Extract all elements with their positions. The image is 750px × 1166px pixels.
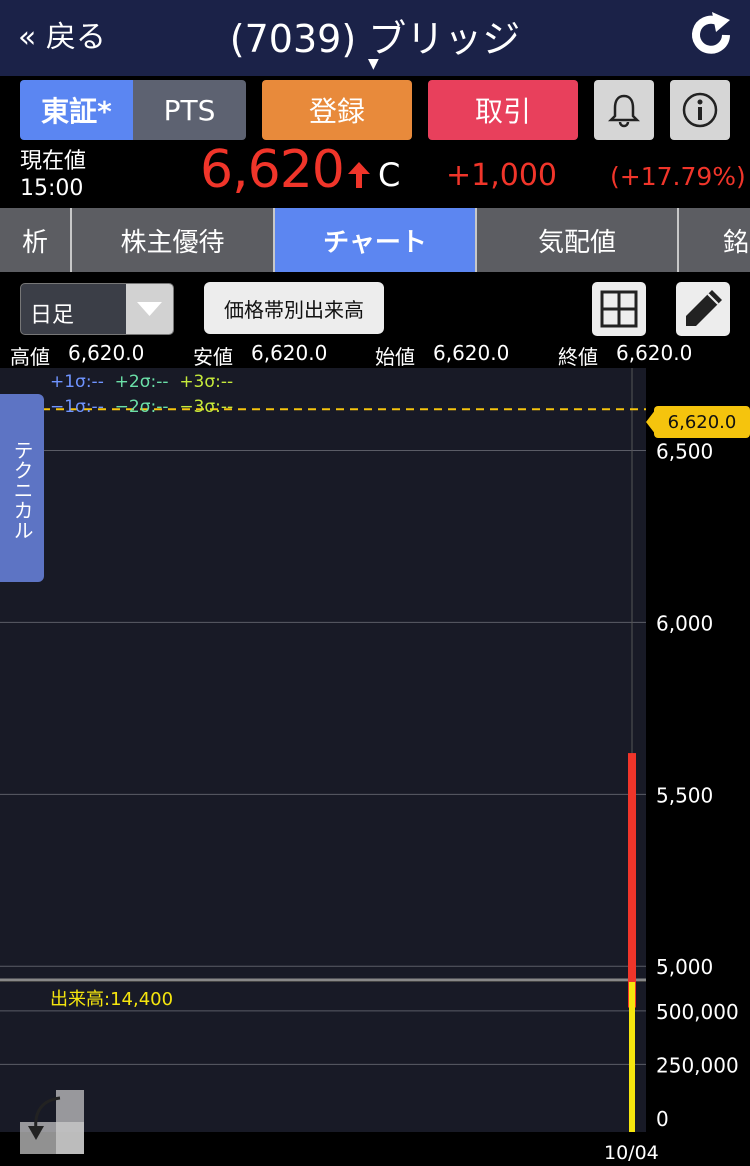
sigma-minus2: −2σ:-- bbox=[114, 397, 169, 417]
sigma-plus3: +3σ:-- bbox=[179, 372, 234, 392]
x-axis-date-label: 10/04 bbox=[604, 1142, 659, 1164]
price-tick-label: 5,000 bbox=[656, 955, 713, 979]
sigma-plus2: +2σ:-- bbox=[114, 372, 169, 392]
volume-bars bbox=[629, 982, 635, 1132]
technical-label: テクニカル bbox=[10, 440, 34, 540]
sigma-plus-legend: +1σ:-- +2σ:-- +3σ:-- bbox=[50, 372, 233, 392]
price-tick-label: 6,500 bbox=[656, 440, 713, 464]
sigma-plus1: +1σ:-- bbox=[50, 372, 104, 392]
candle-body bbox=[628, 753, 636, 1008]
current-price-tag: 6,620.0 bbox=[654, 406, 750, 438]
candles bbox=[628, 753, 636, 1008]
volume-tick-label: 0 bbox=[656, 1107, 669, 1131]
sigma-minus3: −3σ:-- bbox=[179, 397, 234, 417]
price-tick-labels: 6,500 6,000 5,500 5,000 bbox=[656, 440, 713, 980]
reset-zoom-button[interactable] bbox=[20, 1090, 84, 1154]
price-tick-label: 6,000 bbox=[656, 611, 713, 635]
price-grid bbox=[0, 450, 646, 967]
volume-label: 出来高:14,400 bbox=[50, 989, 174, 1010]
undo-arrow-icon bbox=[20, 1090, 84, 1154]
volume-tick-label: 500,000 bbox=[656, 1000, 739, 1024]
sigma-minus-legend: −1σ:-- −2σ:-- −3σ:-- bbox=[50, 397, 233, 417]
sigma-minus1: −1σ:-- bbox=[50, 397, 104, 417]
volume-bar bbox=[629, 982, 635, 1132]
volume-tick-labels: 500,000 250,000 0 bbox=[656, 1000, 739, 1131]
price-tick-label: 5,500 bbox=[656, 783, 713, 807]
volume-tick-label: 250,000 bbox=[656, 1053, 739, 1077]
volume-grid bbox=[0, 1010, 646, 1065]
